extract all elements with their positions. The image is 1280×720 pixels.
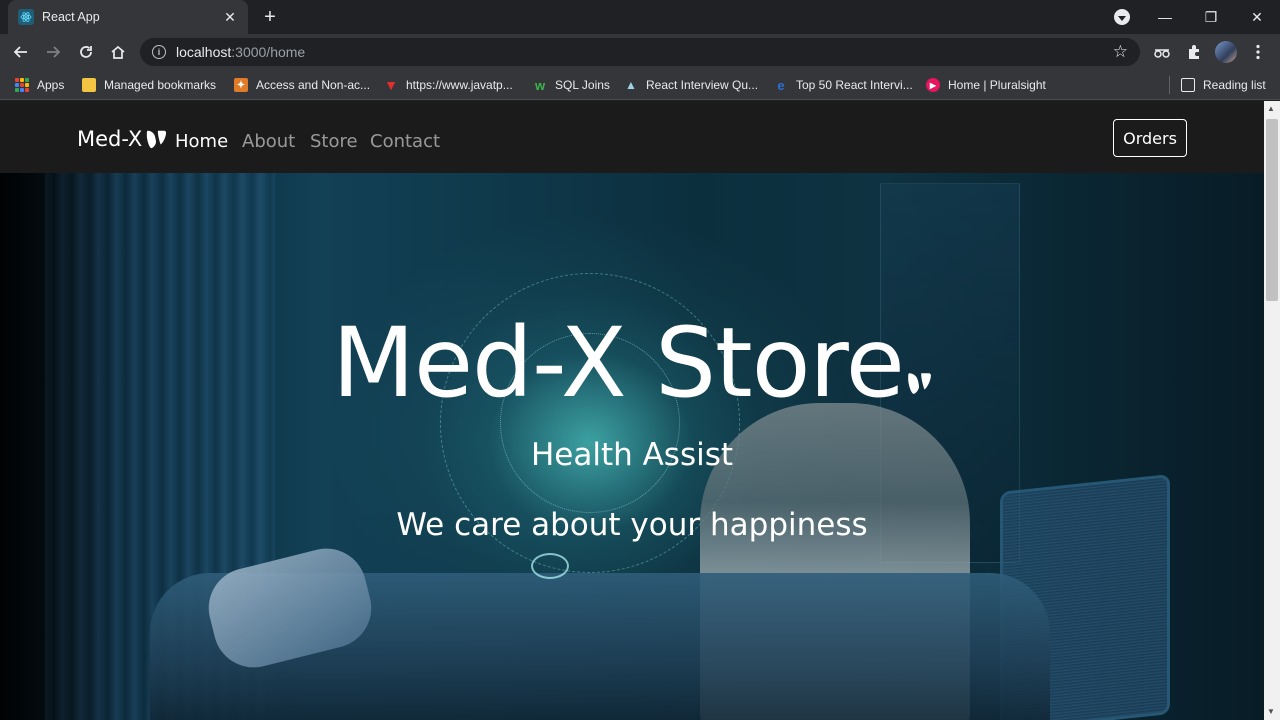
pluralsight-icon: ▶ [926, 78, 940, 92]
page-scrollbar[interactable]: ▲ ▼ [1264, 101, 1280, 720]
home-icon[interactable] [106, 40, 130, 64]
incognito-extension-icon[interactable] [1150, 40, 1174, 64]
url-host: localhost [176, 44, 232, 60]
bookmark-star-icon[interactable]: ☆ [1113, 42, 1128, 62]
bookmark-label: SQL Joins [555, 78, 610, 92]
browser-tab[interactable]: React App ✕ [8, 0, 248, 34]
nav-contact[interactable]: Contact [370, 131, 440, 152]
minimize-button[interactable]: — [1142, 0, 1188, 34]
bookmarks-bar: Apps Managed bookmarks ✦ Access and Non-… [0, 70, 1280, 100]
scroll-thumb[interactable] [1266, 119, 1278, 301]
bookmark-label: Managed bookmarks [104, 78, 217, 92]
w3-icon: w [534, 77, 546, 93]
site-navbar: Med-X Home About Store Contact Orders [0, 101, 1264, 173]
bookmark-label: Access and Non-ac... [256, 78, 371, 92]
extensions-puzzle-icon[interactable] [1182, 40, 1206, 64]
mountain-icon: ▲ [625, 78, 637, 92]
bookmarks-divider [1169, 76, 1170, 94]
bookmark-label: https://www.javatp... [406, 78, 513, 92]
forward-arrow-icon[interactable] [41, 40, 65, 64]
menu-kebab-icon[interactable] [1246, 40, 1270, 64]
back-arrow-icon[interactable] [9, 40, 33, 64]
tab-search-icon[interactable] [1114, 9, 1130, 25]
bookmark-icon: ✦ [234, 78, 248, 92]
brand-logo[interactable]: Med-X [77, 127, 167, 151]
bookmark-apps[interactable]: Apps [15, 76, 64, 94]
bookmark-access[interactable]: ✦ Access and Non-ac... [234, 76, 370, 94]
nav-store[interactable]: Store [310, 131, 358, 152]
restore-button[interactable]: ❐ [1188, 0, 1234, 34]
typo3-logo-icon [908, 373, 931, 394]
reading-list-icon [1181, 78, 1195, 92]
bookmark-managed[interactable]: Managed bookmarks [82, 76, 216, 94]
react-favicon-icon [18, 9, 34, 25]
brand-name: Med-X [77, 127, 143, 151]
site-info-icon[interactable]: i [152, 45, 166, 59]
close-window-button[interactable]: ✕ [1234, 0, 1280, 34]
apps-grid-icon [15, 78, 29, 92]
hero-title-text: Med-X Store [332, 307, 905, 419]
reading-list-button[interactable]: Reading list [1181, 76, 1266, 94]
nav-about[interactable]: About [242, 131, 295, 152]
bookmark-sql-joins[interactable]: w SQL Joins [533, 76, 610, 94]
folder-icon [82, 78, 96, 92]
bookmark-label: Apps [37, 78, 65, 92]
profile-avatar[interactable] [1215, 41, 1237, 63]
bookmark-label: React Interview Qu... [646, 78, 759, 92]
address-bar[interactable]: i localhost:3000/home ☆ [140, 38, 1140, 66]
bookmark-label: Top 50 React Intervi... [796, 78, 913, 92]
orders-button[interactable]: Orders [1113, 119, 1187, 157]
browser-toolbar: i localhost:3000/home ☆ [0, 34, 1280, 70]
nav-home[interactable]: Home [175, 131, 228, 152]
bookmark-label: Reading list [1203, 78, 1266, 92]
scroll-up-arrow-icon[interactable]: ▲ [1267, 104, 1275, 113]
window-controls: — ❐ ✕ [1142, 0, 1280, 34]
hero-subtitle: Health Assist [530, 437, 734, 473]
bookmark-pluralsight[interactable]: ▶ Home | Pluralsight [926, 76, 1046, 94]
bookmark-label: Home | Pluralsight [948, 78, 1046, 92]
scroll-down-arrow-icon[interactable]: ▼ [1267, 707, 1275, 716]
hero-banner: Med-X Store Health Assist We care about … [0, 173, 1264, 720]
bookmark-top50-react[interactable]: e Top 50 React Intervi... [774, 76, 913, 94]
hologram-eye [531, 553, 569, 579]
hero-tagline: We care about your happiness [396, 507, 868, 543]
url-path: :3000/home [231, 44, 306, 60]
reload-icon[interactable] [74, 40, 98, 64]
hero-title: Med-X Store [0, 307, 1264, 419]
browser-tabstrip: React App ✕ + — ❐ ✕ [0, 0, 1280, 34]
bookmark-javatpoint[interactable]: ▼ https://www.javatp... [384, 76, 513, 94]
typo3-logo-icon [147, 130, 167, 149]
new-tab-button[interactable]: + [258, 6, 282, 28]
tab-title: React App [42, 10, 100, 24]
bookmark-react-interview[interactable]: ▲ React Interview Qu... [624, 76, 758, 94]
web-page: Med-X Home About Store Contact Orders Me… [0, 101, 1264, 720]
edureka-icon: e [777, 77, 785, 93]
javatpoint-icon: ▼ [384, 77, 398, 93]
tab-close-icon[interactable]: ✕ [222, 9, 238, 25]
